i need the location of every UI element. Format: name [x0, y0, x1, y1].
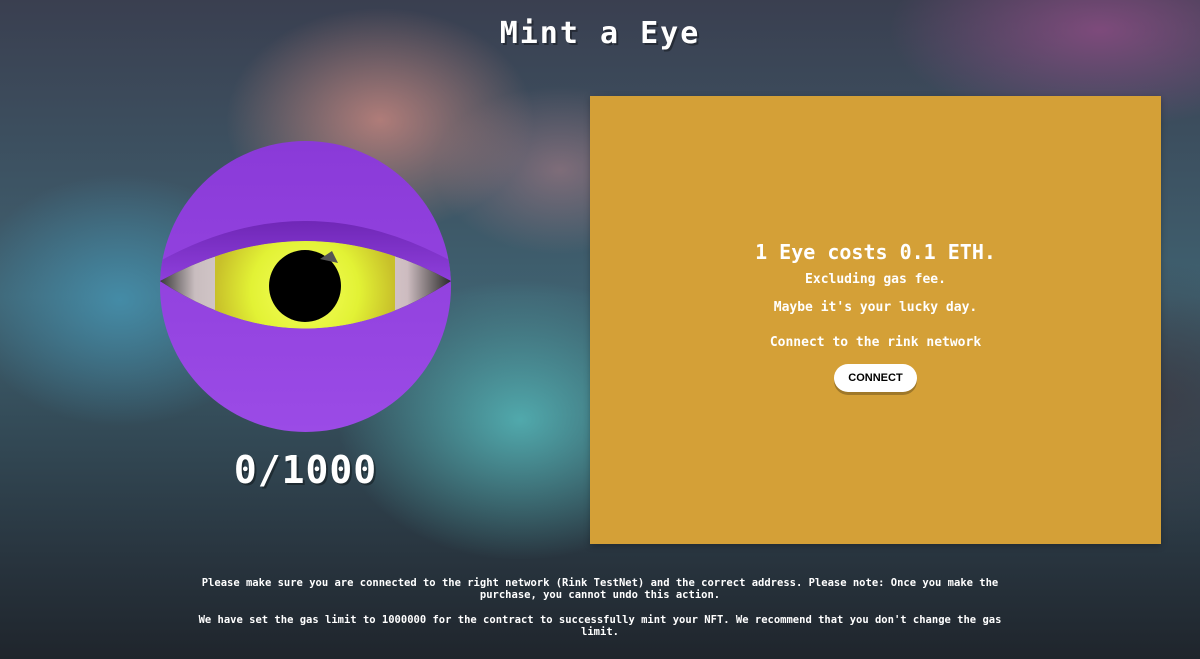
network-prompt: Connect to the rink network: [769, 335, 982, 350]
gas-limit-note: We have set the gas limit to 1000000 for…: [198, 614, 1002, 638]
lucky-note: Maybe it's your lucky day.: [773, 300, 978, 315]
eye-icon: [160, 141, 451, 432]
minted-counter: 0/1000: [233, 448, 378, 492]
connect-button[interactable]: CONNECT: [834, 364, 917, 392]
nft-preview-image: [160, 141, 451, 432]
page-title: Mint a Eye: [499, 16, 701, 51]
network-warning: Please make sure you are connected to th…: [201, 577, 999, 601]
gas-fee-note: Excluding gas fee.: [805, 272, 946, 287]
price-text: 1 Eye costs 0.1 ETH.: [755, 240, 996, 264]
footer-notes: Please make sure you are connected to th…: [0, 577, 1200, 638]
mint-panel: 1 Eye costs 0.1 ETH. Excluding gas fee. …: [590, 96, 1161, 544]
